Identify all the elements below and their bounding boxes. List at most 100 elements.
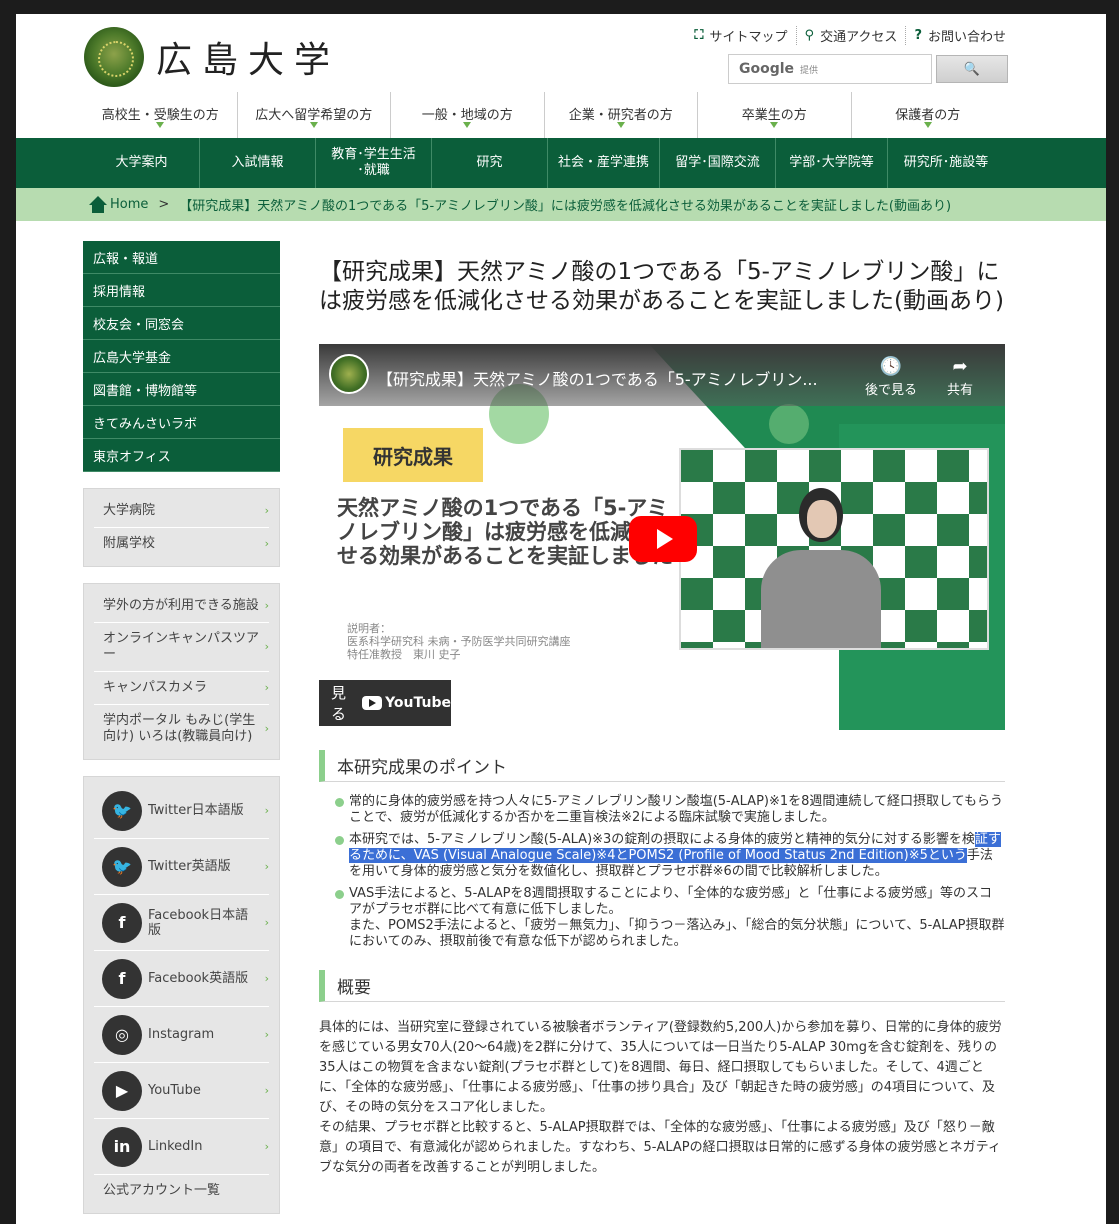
question-icon: ? [914, 28, 922, 43]
sidebar-item[interactable]: 東京オフィス [83, 439, 280, 472]
chevron-right-icon: › [264, 537, 269, 550]
channel-avatar[interactable] [329, 354, 369, 394]
youtube-logo: YouTube [362, 695, 451, 711]
breadcrumb: Home > 【研究成果】天然アミノ酸の1つである「5-アミノレブリン酸」には疲… [16, 188, 1106, 221]
sidebar-item[interactable]: 採用情報 [83, 274, 280, 307]
audience-item[interactable]: 保護者の方 [852, 92, 1005, 138]
breadcrumb-separator: > [158, 197, 170, 212]
chevron-right-icon: › [264, 599, 269, 612]
search-icon: 🔍 [963, 61, 981, 77]
instagram-icon: ◎ [102, 1014, 142, 1055]
search-provided: 提供 [800, 65, 819, 76]
social-link-twitter-ja[interactable]: 🐦 Twitter日本語版 › [94, 783, 269, 839]
audience-item[interactable]: 卒業生の方 [698, 92, 852, 138]
video-headline: 天然アミノ酸の1つである「5-アミノレブリン酸」は疲労感を低減化させる効果がある… [337, 496, 673, 568]
chevron-right-icon: › [264, 681, 269, 694]
sidebar-link[interactable]: 学内ポータル もみじ(学生向け) いろは(教職員向け) › [94, 705, 269, 753]
sidebar-link-accounts[interactable]: 公式アカウント一覧 [94, 1175, 269, 1207]
util-access[interactable]: ⚲ 交通アクセス [797, 26, 907, 45]
social-link-facebook-en[interactable]: f Facebook英語版 › [94, 951, 269, 1007]
share-button[interactable]: ➦ 共有 [947, 356, 973, 398]
main-nav-item[interactable]: 教育･学生生活 ･就職 [316, 138, 432, 188]
section-heading-points: 本研究成果のポイント [319, 750, 1005, 782]
youtube-icon: ▶ [102, 1070, 142, 1111]
main-nav-item[interactable]: 入試情報 [200, 138, 316, 188]
util-contact[interactable]: ? お問い合わせ [906, 26, 1006, 45]
sidebar-link[interactable]: 学外の方が利用できる施設 › [94, 590, 269, 623]
sidebar: 広報・報道 採用情報 校友会・同窓会 広島大学基金 図書館・博物館等 きてみんさ… [83, 241, 280, 1214]
main-nav-item[interactable]: 留学･国際交流 [660, 138, 776, 188]
search-button[interactable]: 🔍 [936, 55, 1008, 83]
arrow-down-icon [770, 122, 779, 128]
sidebar-link[interactable]: 大学病院 › [94, 495, 269, 528]
facebook-icon: f [102, 958, 142, 999]
sidebar-box-facilities: 大学病院 › 附属学校 › [83, 488, 280, 567]
main-nav-items: 大学案内 入試情報 教育･学生生活 ･就職 研究 社会・産学連携 留学･国際交流… [84, 138, 1004, 188]
list-item: 常的に身体的疲労感を持つ人々に5-アミノレブリン酸リン酸塩(5-ALAP)※1を… [335, 794, 1005, 826]
chevron-right-icon: › [264, 804, 269, 817]
sidebar-item[interactable]: 図書館・博物館等 [83, 373, 280, 406]
page-title: 【研究成果】天然アミノ酸の1つである「5-アミノレブリン酸」には疲労感を低減化さ… [319, 259, 1004, 314]
emblem-icon [84, 27, 144, 87]
linkedin-icon: in [102, 1126, 142, 1167]
util-access-label: 交通アクセス [820, 30, 898, 45]
video-player[interactable]: 研究成果 天然アミノ酸の1つである「5-アミノレブリン酸」は疲労感を低減化させる… [319, 344, 1005, 730]
sidebar-link[interactable]: オンラインキャンパスツアー › [94, 623, 269, 672]
video-title[interactable]: 【研究成果】天然アミノ酸の1つである「5-アミノレブリン... [377, 366, 818, 390]
sidebar-box-social: 🐦 Twitter日本語版 › 🐦 Twitter英語版 › f Facebook日本語版… [83, 776, 280, 1214]
audience-item[interactable]: 企業・研究者の方 [545, 92, 698, 138]
logo-text: 広島大学 [156, 40, 341, 81]
section-heading-overview: 概要 [319, 970, 1005, 1002]
play-button[interactable] [629, 516, 697, 562]
twitter-icon: 🐦 [102, 846, 142, 887]
chevron-right-icon: › [264, 504, 269, 517]
list-item: VAS手法によると、5-ALAPを8週間摂取することにより、「全体的な疲労感」と… [335, 886, 1005, 950]
page: 広島大学 ⛶ サイトマップ ⚲ 交通アクセス ? お問い合わせ Google 提… [16, 14, 1106, 1224]
chevron-right-icon: › [264, 972, 269, 985]
sidebar-item[interactable]: 校友会・同窓会 [83, 307, 280, 340]
list-item: 本研究では、5-アミノレブリン酸(5-ALA)※3の錠剤の摂取による身体的疲労と… [335, 832, 1005, 880]
main-nav-item[interactable]: 研究 [432, 138, 548, 188]
audience-item[interactable]: 高校生・受験生の方 [84, 92, 238, 138]
search-input[interactable]: Google 提供 [728, 54, 932, 84]
main-nav-item[interactable]: 学部･大学院等 [776, 138, 888, 188]
chevron-right-icon: › [264, 1140, 269, 1153]
university-logo[interactable]: 広島大学 [84, 26, 340, 88]
main-nav-item[interactable]: 研究所･施設等 [888, 138, 1004, 188]
google-brand: Google [739, 61, 795, 77]
arrow-down-icon [616, 122, 625, 128]
audience-item[interactable]: 広大へ留学希望の方 [238, 92, 391, 138]
social-link-linkedin[interactable]: in LinkedIn › [94, 1119, 269, 1175]
watch-later-button[interactable]: 🕓 後で見る [865, 356, 917, 398]
watch-on-youtube-button[interactable]: 見る YouTube [319, 680, 451, 726]
main-nav-item[interactable]: 社会・産学連携 [548, 138, 660, 188]
social-link-facebook-ja[interactable]: f Facebook日本語版 › [94, 895, 269, 951]
video-decoration [769, 404, 809, 444]
video-photo [679, 448, 989, 650]
social-link-twitter-en[interactable]: 🐦 Twitter英語版 › [94, 839, 269, 895]
utility-links: ⛶ サイトマップ ⚲ 交通アクセス ? お問い合わせ [686, 26, 1006, 45]
social-link-instagram[interactable]: ◎ Instagram › [94, 1007, 269, 1063]
youtube-icon [362, 696, 383, 710]
play-icon [657, 529, 673, 549]
util-contact-label: お問い合わせ [927, 30, 1006, 45]
sidebar-item[interactable]: きてみんさいラボ [83, 406, 280, 439]
sidebar-link[interactable]: キャンパスカメラ › [94, 672, 269, 705]
sidebar-item[interactable]: 広報・報道 [83, 241, 280, 274]
util-sitemap-label: サイトマップ [709, 30, 788, 45]
sidebar-link[interactable]: 附属学校 › [94, 528, 269, 560]
chevron-right-icon: › [264, 640, 269, 653]
social-link-youtube[interactable]: ▶ YouTube › [94, 1063, 269, 1119]
breadcrumb-home[interactable]: Home [110, 197, 148, 212]
home-icon[interactable] [88, 195, 108, 214]
audience-item[interactable]: 一般・地域の方 [391, 92, 545, 138]
site-search: Google 提供 🔍 [728, 54, 1008, 84]
sidebar-box-services: 学外の方が利用できる施設 › オンラインキャンパスツアー › キャンパスカメラ › 学… [83, 583, 280, 760]
sidebar-item[interactable]: 広島大学基金 [83, 340, 280, 373]
arrow-down-icon [463, 122, 472, 128]
arrow-down-icon [156, 122, 165, 128]
share-icon: ➦ [952, 356, 968, 377]
arrow-down-icon [309, 122, 318, 128]
util-sitemap[interactable]: ⛶ サイトマップ [686, 26, 797, 45]
main-nav-item[interactable]: 大学案内 [84, 138, 200, 188]
